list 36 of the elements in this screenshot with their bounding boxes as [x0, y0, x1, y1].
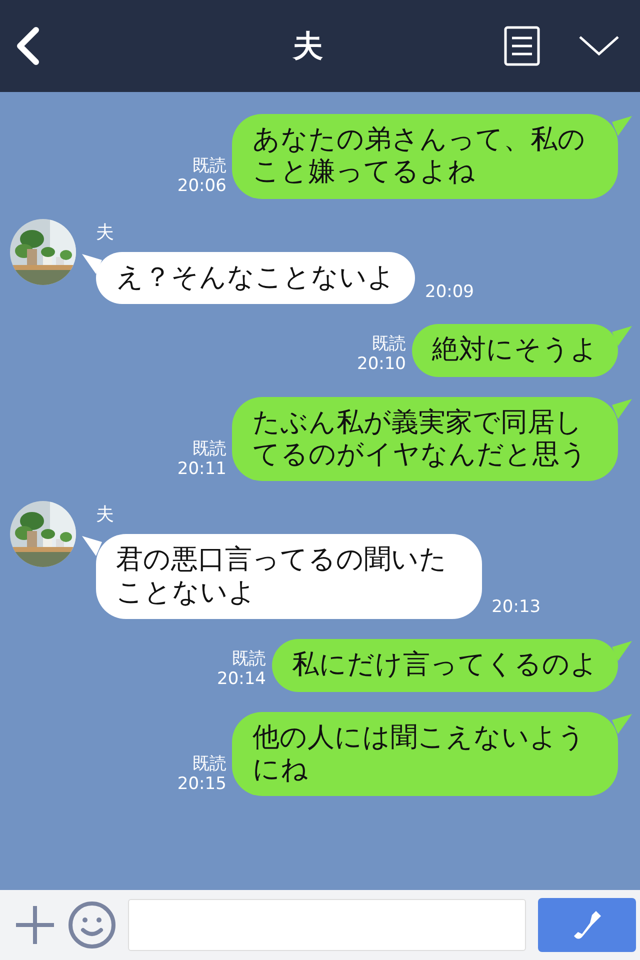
message-bubble: 絶対にそうよ [412, 324, 618, 377]
speech-tail [82, 254, 102, 274]
message-time: 20:06 [177, 176, 226, 197]
speech-tail [612, 326, 632, 346]
sender-name: 夫 [96, 220, 115, 245]
chevron-down-icon[interactable] [578, 35, 620, 57]
message-bubble: 君の悪口言ってるの聞いたことないよ [96, 534, 482, 620]
message-time: 20:15 [177, 774, 226, 794]
call-button[interactable] [538, 898, 636, 952]
speech-tail [612, 714, 632, 734]
message-time: 20:11 [177, 458, 226, 480]
chat-title: 夫 [292, 28, 324, 66]
back-icon[interactable] [14, 26, 42, 66]
speech-tail [82, 536, 102, 556]
message-bubble: え？そんなことないよ [96, 252, 415, 304]
read-receipt: 既読 [192, 754, 226, 774]
read-receipt: 既読 [192, 156, 226, 176]
message-bubble: あなたの弟さんって、私のこと嫌ってるよね [232, 114, 618, 199]
message-bubble: 私にだけ言ってくるのよ [272, 639, 618, 692]
read-receipt: 既読 [372, 334, 406, 354]
speech-tail [612, 116, 632, 136]
plus-icon[interactable] [14, 904, 56, 946]
message-bubble: 他の人には聞こえないようにね [232, 712, 618, 796]
message-bubble: たぶん私が義実家で同居してるのがイヤなんだと思う [232, 396, 618, 482]
message-time: 20:14 [217, 669, 266, 690]
message-time: 20:09 [425, 282, 474, 302]
message-time: 20:13 [492, 596, 541, 618]
read-receipt: 既読 [232, 648, 266, 670]
smiley-icon[interactable] [68, 901, 116, 949]
message-time: 20:10 [357, 354, 406, 375]
speech-tail [612, 398, 632, 419]
speech-tail [612, 641, 632, 662]
menu-icon[interactable] [504, 26, 540, 66]
sender-name: 夫 [96, 503, 115, 528]
read-receipt: 既読 [192, 438, 226, 459]
message-input[interactable] [128, 899, 526, 951]
